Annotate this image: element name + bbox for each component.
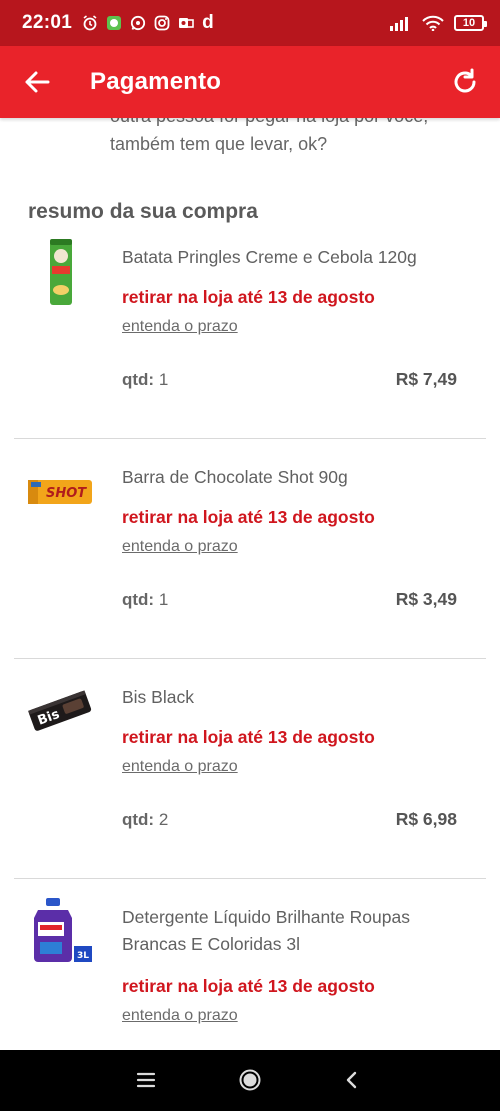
pickup-deadline: retirar na loja até 13 de agosto <box>122 727 375 747</box>
pickup-notice: outra pessoa for pegar na loja por você,… <box>110 118 428 154</box>
pickup-deadline: retirar na loja até 13 de agosto <box>122 507 375 527</box>
detergent-bottle-image: 3L <box>34 898 92 962</box>
quantity-value: 1 <box>158 370 169 389</box>
pickup-deadline: retirar na loja até 13 de agosto <box>122 976 375 996</box>
refresh-icon[interactable] <box>450 67 480 97</box>
bis-black-pack-image: Bis <box>28 690 92 731</box>
alarm-icon <box>83 15 97 31</box>
item-quantity: qtd: 1 <box>122 590 168 610</box>
app-bar: Pagamento <box>0 46 500 118</box>
item-price: R$ 6,98 <box>395 809 457 829</box>
system-icons: 10 <box>390 15 487 31</box>
back-icon[interactable] <box>340 1068 364 1092</box>
quantity-value: 1 <box>158 590 169 609</box>
payment-content[interactable]: outra pessoa for pegar na loja por você,… <box>0 118 500 1050</box>
whatsapp-icon <box>131 15 146 31</box>
svg-text:SHOT: SHOT <box>46 486 87 501</box>
quantity-label: qtd: <box>122 590 155 609</box>
menu-icon[interactable] <box>134 1068 158 1092</box>
quantity-label: qtd: <box>122 810 155 829</box>
item-divider <box>14 878 486 879</box>
item-quantity: qtd: 1 <box>122 370 168 390</box>
wifi-icon <box>422 15 444 31</box>
system-nav-bar <box>0 1050 500 1111</box>
battery-icon: 10 <box>454 15 487 31</box>
deadline-info-link[interactable]: entenda o prazo <box>122 538 238 556</box>
notification-icons: d <box>82 12 214 33</box>
item-name: Batata Pringles Creme e Cebola 120g <box>122 247 417 267</box>
item-name: Barra de Chocolate Shot 90g <box>122 467 348 487</box>
quantity-value: 2 <box>158 810 169 829</box>
shot-chocolate-bar-image: SHOT <box>28 480 92 504</box>
status-bar: 22:01 d 10 <box>0 0 500 46</box>
instagram-icon <box>154 15 170 31</box>
status-time: 22:01 <box>22 12 73 33</box>
pickup-deadline: retirar na loja até 13 de agosto <box>122 287 375 307</box>
item-name: Detergente Líquido Brilhante Roupas Bran… <box>122 907 410 954</box>
battery-level: 10 <box>462 17 476 29</box>
deadline-info-link[interactable]: entenda o prazo <box>122 758 238 776</box>
back-arrow-icon[interactable] <box>22 67 52 97</box>
item-quantity: qtd: 2 <box>122 810 168 830</box>
item-divider <box>14 438 486 439</box>
chat-app-icon <box>107 16 122 30</box>
signal-icon <box>390 17 408 31</box>
pringles-can-image <box>50 239 72 305</box>
quantity-label: qtd: <box>122 370 155 389</box>
item-name: Bis Black <box>122 687 194 707</box>
size-badge: 3L <box>77 951 89 961</box>
item-divider <box>14 658 486 659</box>
item-price: R$ 7,49 <box>395 369 457 389</box>
page-title: Pagamento <box>90 68 222 95</box>
deadline-info-link[interactable]: entenda o prazo <box>122 318 238 336</box>
outlook-icon <box>179 18 194 28</box>
deadline-info-link[interactable]: entenda o prazo <box>122 1007 238 1025</box>
item-price: R$ 3,49 <box>395 589 457 609</box>
notification-letter: d <box>202 12 214 33</box>
home-icon[interactable] <box>238 1068 262 1092</box>
summary-title: resumo da sua compra <box>28 200 258 223</box>
